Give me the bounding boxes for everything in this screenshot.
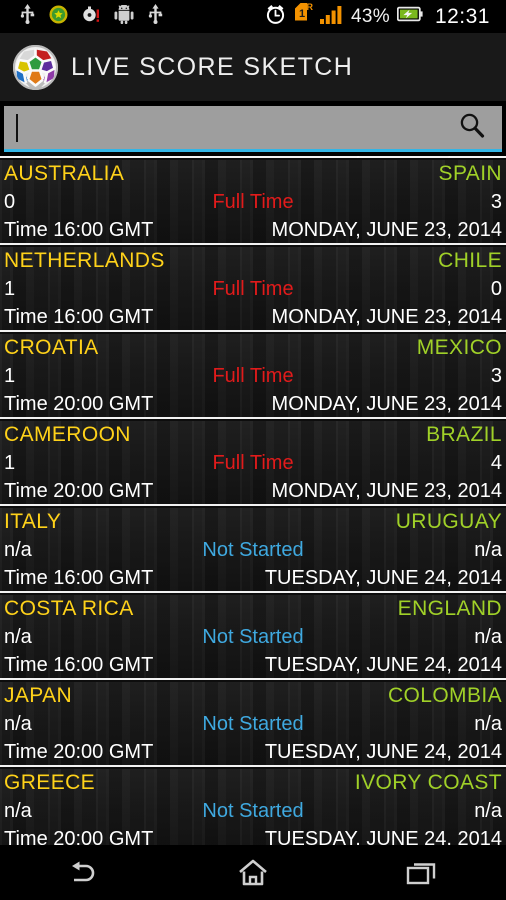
- status-bar-right-icons: 1 R 43% 12:31: [265, 2, 498, 30]
- match-row[interactable]: JAPAN COLOMBIA n/a Not Started n/a Time 20:00…: [0, 682, 506, 767]
- home-team-name: NETHERLANDS: [4, 249, 165, 272]
- away-team-score: 0: [490, 278, 502, 300]
- home-team-score: n/a: [4, 713, 32, 735]
- match-status: Full Time: [212, 278, 294, 300]
- away-team-score: n/a: [474, 800, 502, 822]
- battery-percent-label: 43%: [351, 5, 390, 27]
- match-date: TUESDAY, JUNE 24, 2014: [264, 828, 502, 845]
- home-team-score: 0: [4, 191, 16, 213]
- home-team-name: AUSTRALIA: [4, 162, 125, 185]
- match-date: MONDAY, JUNE 23, 2014: [271, 219, 502, 241]
- match-row[interactable]: CAMEROON BRAZIL 1 Full Time 4 Time 20:00 GMT M…: [0, 421, 506, 506]
- away-team-score: 3: [490, 365, 502, 387]
- usb-icon: [20, 4, 35, 29]
- match-time: Time 16:00 GMT: [4, 654, 154, 676]
- match-date: MONDAY, JUNE 23, 2014: [271, 480, 502, 502]
- away-team-score: n/a: [474, 539, 502, 561]
- home-team-score: n/a: [4, 800, 32, 822]
- match-status: Not Started: [202, 800, 304, 822]
- match-row[interactable]: NETHERLANDS CHILE 1 Full Time 0 Time 16:00 GM…: [0, 247, 506, 332]
- match-date: MONDAY, JUNE 23, 2014: [271, 306, 502, 328]
- home-team-score: 1: [4, 365, 16, 387]
- svg-text:R: R: [307, 3, 314, 12]
- away-team-name: ENGLAND: [397, 597, 502, 620]
- away-team-name: IVORY COAST: [354, 771, 502, 794]
- away-team-score: 4: [490, 452, 502, 474]
- home-team-score: 1: [4, 452, 16, 474]
- soccer-ball-logo: [12, 44, 59, 91]
- match-status: Not Started: [202, 626, 304, 648]
- usb-icon: [148, 4, 163, 29]
- home-team-score: 1: [4, 278, 16, 300]
- match-row[interactable]: COSTA RICA ENGLAND n/a Not Started n/a Time 1…: [0, 595, 506, 680]
- match-status: Not Started: [202, 713, 304, 735]
- home-team-name: CROATIA: [4, 336, 99, 359]
- home-team-name: COSTA RICA: [4, 597, 134, 620]
- match-date: TUESDAY, JUNE 24, 2014: [264, 567, 502, 589]
- home-team-name: ITALY: [4, 510, 62, 533]
- recent-apps-icon[interactable]: [382, 852, 462, 894]
- match-status: Full Time: [212, 365, 294, 387]
- battery-charging-icon: [396, 6, 423, 27]
- alarm-clock-icon: [265, 4, 286, 30]
- status-bar-clock: 12:31: [434, 4, 490, 28]
- match-date: MONDAY, JUNE 23, 2014: [271, 393, 502, 415]
- android-icon: [114, 4, 134, 29]
- away-team-name: BRAZIL: [426, 423, 502, 446]
- match-date: TUESDAY, JUNE 24, 2014: [264, 654, 502, 676]
- away-team-score: n/a: [474, 713, 502, 735]
- match-row[interactable]: Time 12:00 GMT SUNDAY, JUNE 22, 2014: [0, 156, 506, 160]
- match-status: Not Started: [202, 539, 304, 561]
- home-icon[interactable]: [213, 852, 293, 894]
- disc-record-icon: [82, 5, 100, 29]
- away-team-score: n/a: [474, 626, 502, 648]
- home-team-score: n/a: [4, 539, 32, 561]
- match-list[interactable]: Time 12:00 GMT SUNDAY, JUNE 22, 2014 AUS…: [0, 156, 506, 845]
- match-row[interactable]: AUSTRALIA SPAIN 0 Full Time 3 Time 16:00 GMT M…: [0, 160, 506, 245]
- match-time: Time 16:00 GMT: [4, 306, 154, 328]
- match-time: Time 20:00 GMT: [4, 480, 154, 502]
- match-time: Time 20:00 GMT: [4, 828, 154, 845]
- system-navigation-bar: [0, 845, 506, 900]
- app-update-icon: [49, 5, 68, 29]
- match-status: Full Time: [212, 452, 294, 474]
- match-date: TUESDAY, JUNE 24, 2014: [264, 741, 502, 763]
- status-bar: 1 R 43% 12:31: [0, 0, 506, 33]
- home-team-name: JAPAN: [4, 684, 73, 707]
- away-team-name: URUGUAY: [395, 510, 502, 533]
- status-bar-left-icons: [8, 4, 163, 29]
- away-team-name: SPAIN: [438, 162, 502, 185]
- app-root: 1 R 43% 12:31 LIVE SCORE SKETCH AUSTRALI…: [0, 0, 506, 900]
- away-team-name: CHILE: [438, 249, 502, 272]
- search-bar-container: [0, 102, 506, 152]
- away-team-name: MEXICO: [416, 336, 502, 359]
- home-team-score: n/a: [4, 626, 32, 648]
- match-time: Time 16:00 GMT: [4, 219, 154, 241]
- away-team-score: 3: [490, 191, 502, 213]
- svg-text:1: 1: [299, 8, 305, 20]
- match-row[interactable]: ITALY URUGUAY n/a Not Started n/a Time 16:00 …: [0, 508, 506, 593]
- match-time: Time 16:00 GMT: [4, 567, 154, 589]
- sim-roaming-icon: 1 R: [293, 2, 314, 30]
- search-icon[interactable]: [458, 111, 486, 144]
- home-team-name: CAMEROON: [4, 423, 131, 446]
- away-team-name: COLOMBIA: [387, 684, 502, 707]
- search-box[interactable]: [4, 106, 502, 152]
- app-header: LIVE SCORE SKETCH: [0, 33, 506, 102]
- home-team-name: GREECE: [4, 771, 96, 794]
- match-time: Time 20:00 GMT: [4, 393, 154, 415]
- match-time: Time 20:00 GMT: [4, 741, 154, 763]
- signal-bars-icon: [320, 4, 344, 30]
- match-row[interactable]: GREECE IVORY COAST n/a Not Started n/a Time 2…: [0, 769, 506, 845]
- app-title: LIVE SCORE SKETCH: [71, 52, 354, 81]
- match-status: Full Time: [212, 191, 294, 213]
- match-row[interactable]: CROATIA MEXICO 1 Full Time 3 Time 20:00 GMT MO…: [0, 334, 506, 419]
- back-arrow-icon[interactable]: [44, 852, 124, 894]
- search-input[interactable]: [18, 117, 458, 138]
